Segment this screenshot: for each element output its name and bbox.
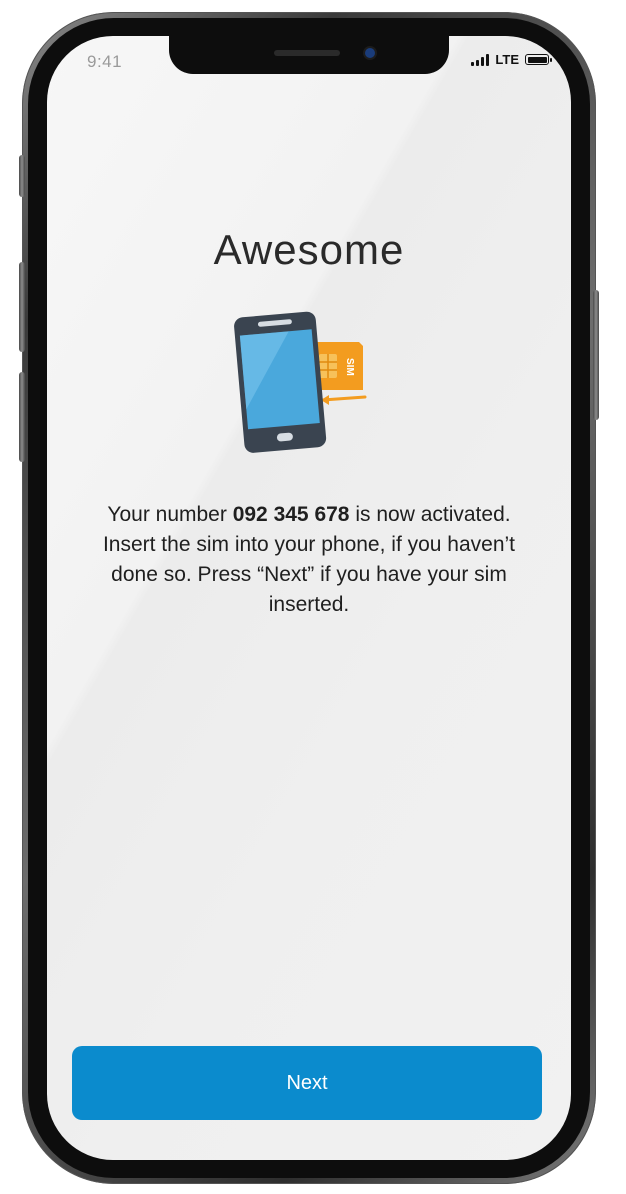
mute-switch [19,155,25,197]
app-screen: 9:41 LTE Awesome SIM Your number 092 345… [47,36,571,1160]
status-indicators: LTE [471,52,552,67]
sim-label: SIM [344,358,355,376]
next-button[interactable]: Next [72,1046,542,1120]
arrow-left-icon [321,395,367,405]
message-instruction: Insert the sim into your phone, if you h… [102,533,516,616]
network-type: LTE [495,52,519,67]
volume-up-button [19,262,25,352]
volume-down-button [19,372,25,462]
notch [169,36,449,74]
smartphone-icon [234,311,327,453]
battery-icon [525,54,552,65]
speaker-grille [274,50,340,56]
power-button [593,290,599,420]
device-mockup: 9:41 LTE Awesome SIM Your number 092 345… [0,0,626,1194]
message-intro: Your number [107,503,233,526]
phone-sim-insert-icon: SIM [233,306,373,456]
message-activated: is now activated. [349,503,511,526]
signal-icon [471,53,490,66]
page-title: Awesome [213,226,405,273]
activation-message: Your number 092 345 678 is now activated… [77,500,541,620]
status-time: 9:41 [87,52,123,71]
camera-icon [365,48,375,58]
phone-number: 092 345 678 [232,503,350,526]
